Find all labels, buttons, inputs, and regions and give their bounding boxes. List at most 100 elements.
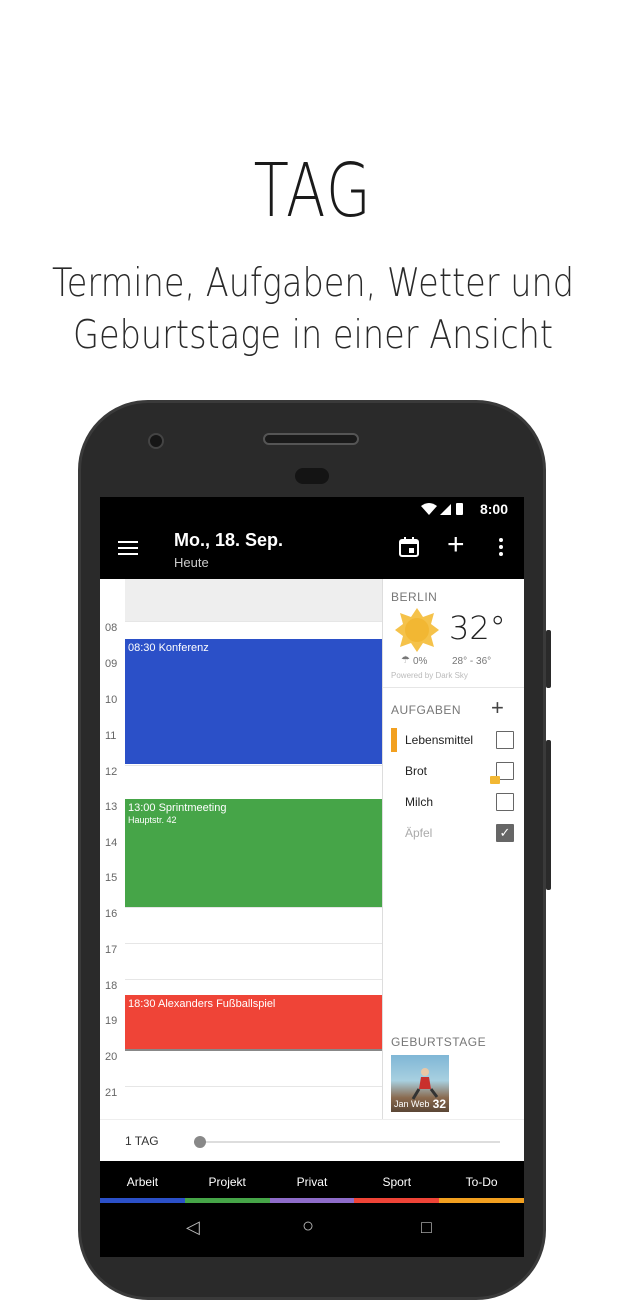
more-vert-icon[interactable] [498, 536, 504, 563]
tab-label: Privat [296, 1175, 328, 1189]
current-time-indicator [125, 1049, 383, 1051]
status-time: 8:00 [479, 501, 508, 517]
add-task-icon[interactable]: + [491, 697, 504, 719]
birthday-name: Jan Web [394, 1099, 430, 1109]
hour-gridline [125, 765, 383, 766]
event-location: Hauptstr. 42 [128, 815, 177, 825]
task-item[interactable]: Äpfel ✓ [383, 818, 524, 848]
hour-label: 08 [105, 622, 118, 634]
hour-label: 20 [105, 1051, 118, 1063]
weather-credit[interactable]: Powered by Dark Sky [391, 671, 468, 680]
event-fussballspiel[interactable]: 18:30 Alexanders Fußballspiel [125, 995, 383, 1049]
front-camera [148, 433, 164, 449]
app-bar: Mo., 18. Sep. Heute + [100, 521, 524, 579]
task-label: Äpfel [405, 826, 433, 840]
home-icon[interactable]: ○ [302, 1215, 314, 1238]
event-sprintmeeting[interactable]: 13:00 Sprintmeeting Hauptstr. 42 [125, 799, 383, 907]
drag-handle-icon[interactable] [490, 776, 500, 784]
task-checkbox[interactable] [496, 731, 514, 749]
date-subtitle: Heute [174, 555, 209, 570]
phone-power-button [546, 630, 551, 688]
proximity-sensor [295, 468, 329, 484]
tab-privat[interactable]: Privat [269, 1161, 355, 1203]
weather-precip: 0% [413, 656, 428, 667]
hour-gridline [125, 907, 383, 908]
task-item[interactable]: Brot [383, 756, 524, 786]
hour-label: 09 [105, 658, 118, 670]
event-time: 13:00 [128, 802, 156, 814]
menu-icon[interactable] [118, 541, 138, 555]
hour-gridline [125, 943, 383, 944]
day-calendar[interactable]: 08 09 10 11 12 13 14 15 16 17 18 19 20 2… [100, 579, 383, 1119]
event-konferenz[interactable]: 08:30 Konferenz [125, 639, 383, 764]
event-title: Alexanders Fußballspiel [157, 998, 276, 1010]
hour-label: 15 [105, 872, 118, 884]
hour-label: 11 [105, 730, 117, 742]
event-title: Sprintmeeting [158, 802, 227, 814]
hour-label: 13 [105, 801, 118, 813]
task-item[interactable]: Milch [383, 787, 524, 817]
zoom-slider-knob[interactable] [194, 1136, 206, 1148]
promo-subtitle: Termine, Aufgaben, Wetter und Geburtstag… [0, 258, 626, 362]
back-icon[interactable]: ◁ [186, 1217, 200, 1238]
promo-title: TAG [253, 148, 373, 234]
umbrella-icon: ☂ [401, 655, 410, 666]
side-panel: BERLIN 32° ☂ 0% 28° - 36° Powered by Dar… [383, 579, 524, 1119]
all-day-area[interactable] [125, 579, 383, 621]
weather-range: 28° - 36° [452, 656, 492, 667]
event-time: 08:30 [128, 642, 156, 654]
wifi-signal-battery-icon [421, 503, 463, 515]
hour-label: 18 [105, 980, 118, 992]
weather-temperature[interactable]: 32° [449, 609, 506, 647]
date-title[interactable]: Mo., 18. Sep. [174, 530, 283, 551]
task-checkbox-checked[interactable]: ✓ [496, 824, 514, 842]
tab-label: Sport [382, 1175, 412, 1189]
task-label: Brot [405, 764, 428, 778]
task-item[interactable]: Lebensmittel [383, 725, 524, 755]
hour-label: 16 [105, 908, 118, 920]
phone-screen: 8:00 Mo., 18. Sep. Heute + 08 09 10 11 1… [100, 497, 524, 1257]
tab-projekt[interactable]: Projekt [184, 1161, 270, 1203]
event-title: Konferenz [158, 642, 209, 654]
hour-label: 14 [105, 837, 118, 849]
tab-sport[interactable]: Sport [354, 1161, 440, 1203]
hour-gridline [125, 1086, 383, 1087]
tab-arbeit[interactable]: Arbeit [100, 1161, 185, 1203]
hour-label: 17 [105, 944, 118, 956]
tab-label: To-Do [465, 1175, 498, 1189]
zoom-label: 1 TAG [125, 1134, 159, 1148]
system-nav-bar: ◁ ○ □ [100, 1203, 524, 1257]
tab-label: Arbeit [126, 1175, 159, 1189]
earpiece-speaker [263, 433, 359, 445]
hour-column: 08 09 10 11 12 13 14 15 16 17 18 19 20 2… [100, 579, 125, 1119]
hour-label: 21 [105, 1087, 118, 1099]
tab-todo[interactable]: To-Do [439, 1161, 524, 1203]
phone-volume-button [546, 740, 551, 890]
promo-subtitle-line-1: Termine, Aufgaben, Wetter und [51, 261, 575, 306]
hour-label: 10 [105, 694, 118, 706]
calendar-today-icon[interactable] [398, 536, 420, 563]
task-label: Milch [405, 795, 434, 809]
zoom-bar: 1 TAG [100, 1119, 524, 1161]
hour-gridline [125, 621, 383, 622]
status-icons [420, 501, 466, 520]
promo-subtitle-line-2: Geburtstage in einer Ansicht [72, 313, 554, 358]
add-icon[interactable]: + [447, 530, 465, 560]
category-tabs: Arbeit Projekt Privat Sport To-Do [100, 1161, 524, 1203]
hour-label: 19 [105, 1015, 118, 1027]
recents-icon[interactable]: □ [421, 1217, 432, 1238]
tab-label: Projekt [208, 1175, 246, 1189]
task-label: Lebensmittel [405, 733, 474, 747]
birthday-card[interactable]: Jan Web 32 [391, 1055, 449, 1112]
birthday-age: 32 [432, 1097, 446, 1111]
task-priority-marker [391, 728, 397, 752]
weather-city: BERLIN [391, 590, 438, 604]
zoom-slider-track[interactable] [200, 1141, 500, 1143]
event-time: 18:30 [128, 998, 156, 1010]
status-bar: 8:00 [100, 497, 524, 521]
tasks-header: AUFGABEN [391, 703, 462, 717]
hour-gridline [125, 979, 383, 980]
sunny-icon [394, 607, 440, 653]
hour-label: 12 [105, 766, 118, 778]
task-checkbox[interactable] [496, 793, 514, 811]
